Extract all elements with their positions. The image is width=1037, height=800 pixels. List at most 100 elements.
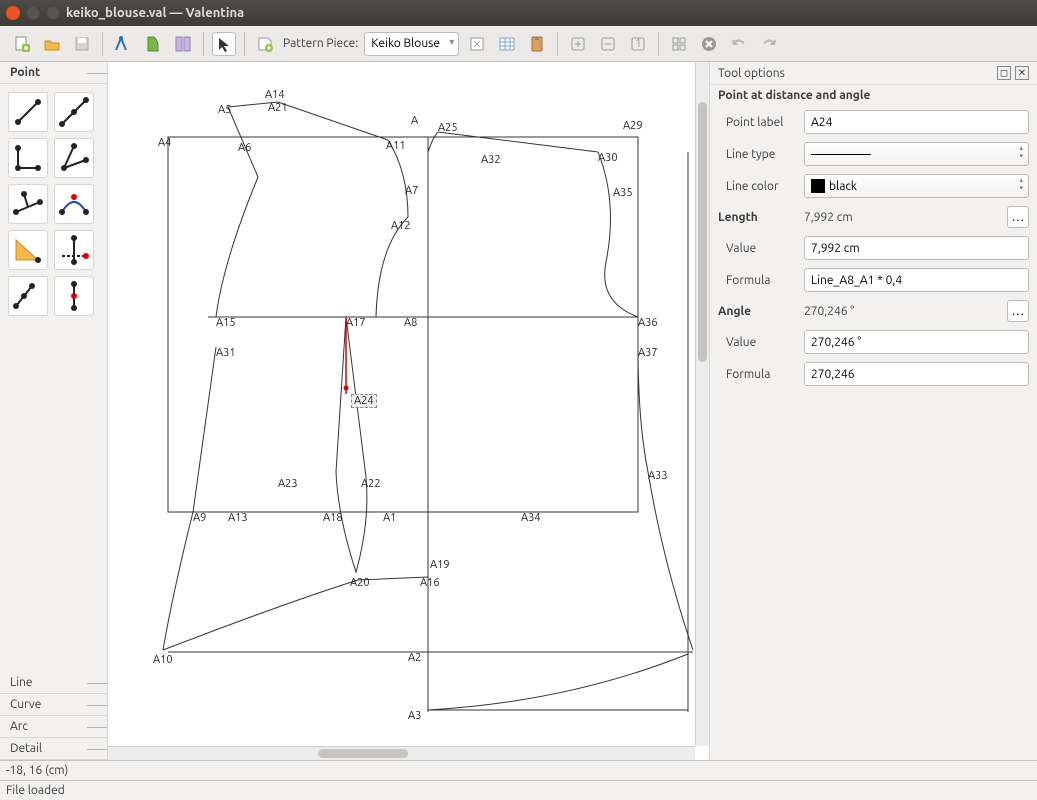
point-label-A13[interactable]: A13 — [228, 512, 248, 524]
point-label-A9[interactable]: A9 — [193, 512, 206, 524]
point-segment-tool[interactable] — [8, 276, 48, 316]
titlebar: keiko_blouse.val — Valentina — [0, 0, 1037, 26]
tab-line[interactable]: Line — [0, 672, 107, 694]
point-label-A1[interactable]: A1 — [383, 512, 396, 524]
horizontal-scrollbar[interactable] — [108, 746, 695, 760]
zoom-in-button[interactable] — [566, 32, 590, 56]
point-label-A34[interactable]: A34 — [521, 512, 541, 524]
point-label-A24[interactable]: A24 — [351, 394, 377, 408]
canvas-area: A4A5A6A14A21AA25A11A7A12A32A30A29A35A26A… — [108, 62, 709, 760]
point-label-A19[interactable]: A19 — [430, 559, 450, 571]
point-label-A32[interactable]: A32 — [481, 154, 501, 166]
new-file-button[interactable] — [10, 32, 34, 56]
point-label-A12[interactable]: A12 — [391, 220, 411, 232]
main-toolbar: Pattern Piece: Keiko Blouse 1 — [0, 26, 1037, 62]
close-panel-icon[interactable]: ✕ — [1015, 66, 1029, 80]
length-formula-input[interactable] — [804, 268, 1029, 292]
triangle-tool[interactable] — [8, 230, 48, 270]
point-label-A[interactable]: A — [411, 115, 418, 127]
point-label-A6[interactable]: A6 — [238, 142, 251, 154]
maximize-icon[interactable] — [46, 6, 60, 20]
point-label-A33[interactable]: A33 — [648, 470, 668, 482]
draw-mode-button[interactable] — [111, 32, 135, 56]
tool-name: Point at distance and angle — [710, 84, 1037, 106]
angle-expand-button[interactable]: … — [1007, 300, 1029, 322]
pointer-tool-button[interactable] — [212, 32, 236, 56]
point-label-A4[interactable]: A4 — [158, 137, 171, 149]
layout-mode-button[interactable] — [171, 32, 195, 56]
point-label-A8[interactable]: A8 — [404, 317, 417, 329]
angle-section-label: Angle — [718, 305, 798, 318]
angle-formula-input[interactable] — [804, 362, 1029, 386]
message-status: File loaded — [0, 780, 1037, 800]
point-label-A11[interactable]: A11 — [386, 140, 406, 152]
vertical-scrollbar[interactable] — [695, 62, 709, 746]
point-label-A37[interactable]: A37 — [638, 347, 658, 359]
segment-tool[interactable] — [8, 92, 48, 132]
point-label-A10[interactable]: A10 — [153, 654, 173, 666]
intersection-tool[interactable] — [54, 230, 94, 270]
line-type-label: Line type — [718, 148, 798, 161]
panel-title: Tool options — [718, 67, 785, 80]
zoom-fit-button[interactable] — [667, 32, 691, 56]
point-label-A21[interactable]: A21 — [268, 102, 288, 114]
history-button[interactable] — [525, 32, 549, 56]
line-type-select[interactable] — [804, 142, 1029, 166]
point-label-A17[interactable]: A17 — [346, 317, 366, 329]
point-label-A2[interactable]: A2 — [408, 652, 421, 664]
table-button[interactable] — [495, 32, 519, 56]
tab-point[interactable]: Point — [0, 62, 107, 84]
angle-display: 270,246 ° — [804, 305, 1001, 318]
detach-panel-icon[interactable]: ◻ — [997, 66, 1011, 80]
pattern-canvas[interactable]: A4A5A6A14A21AA25A11A7A12A32A30A29A35A26A… — [108, 62, 709, 760]
new-pattern-piece-button[interactable] — [253, 32, 277, 56]
close-icon[interactable] — [6, 6, 20, 20]
detail-mode-button[interactable] — [141, 32, 165, 56]
undo-button[interactable] — [727, 32, 751, 56]
angle-value-input[interactable] — [804, 330, 1029, 354]
minimize-icon[interactable] — [26, 6, 40, 20]
length-formula-label: Formula — [718, 274, 798, 287]
perpendicular-tool[interactable] — [8, 138, 48, 178]
length-expand-button[interactable]: … — [1007, 206, 1029, 228]
point-label-A29[interactable]: A29 — [623, 120, 643, 132]
length-value-input[interactable] — [804, 236, 1029, 260]
pattern-piece-select[interactable]: Keiko Blouse — [364, 32, 459, 56]
point-label-A35[interactable]: A35 — [613, 187, 633, 199]
config-button[interactable] — [465, 32, 489, 56]
point-label-A25[interactable]: A25 — [438, 122, 458, 134]
point-label-A23[interactable]: A23 — [278, 478, 298, 490]
save-file-button[interactable] — [70, 32, 94, 56]
point-label-A31[interactable]: A31 — [216, 347, 236, 359]
point-label-A18[interactable]: A18 — [323, 512, 343, 524]
point-label-A20[interactable]: A20 — [350, 577, 370, 589]
stop-button[interactable] — [697, 32, 721, 56]
point-label-A7[interactable]: A7 — [405, 185, 418, 197]
point-label-A30[interactable]: A30 — [598, 152, 618, 164]
tab-curve[interactable]: Curve — [0, 694, 107, 716]
point-label-A22[interactable]: A22 — [361, 478, 381, 490]
along-line-tool[interactable] — [54, 92, 94, 132]
normal-tool[interactable] — [8, 184, 48, 224]
point-label-A15[interactable]: A15 — [216, 317, 236, 329]
point-label-A36[interactable]: A36 — [638, 317, 658, 329]
length-section-label: Length — [718, 211, 798, 224]
point-label-A3[interactable]: A3 — [408, 710, 421, 722]
point-label-A14[interactable]: A14 — [265, 89, 285, 101]
line-color-select[interactable]: black — [804, 174, 1029, 198]
point-axis-tool[interactable] — [54, 276, 94, 316]
zoom-out-button[interactable] — [596, 32, 620, 56]
line-color-label: Line color — [718, 180, 798, 193]
redo-button[interactable] — [757, 32, 781, 56]
open-file-button[interactable] — [40, 32, 64, 56]
tool-options-panel: Tool options ◻ ✕ Point at distance and a… — [709, 62, 1037, 760]
length-value-label: Value — [718, 242, 798, 255]
tab-arc[interactable]: Arc — [0, 716, 107, 738]
point-label-A16[interactable]: A16 — [420, 577, 440, 589]
point-label-input[interactable] — [804, 110, 1029, 134]
zoom-original-button[interactable]: 1 — [626, 32, 650, 56]
shoulder-tool[interactable] — [54, 184, 94, 224]
point-label-A5[interactable]: A5 — [218, 104, 231, 116]
angle-bisector-tool[interactable] — [54, 138, 94, 178]
tab-detail[interactable]: Detail — [0, 738, 107, 760]
